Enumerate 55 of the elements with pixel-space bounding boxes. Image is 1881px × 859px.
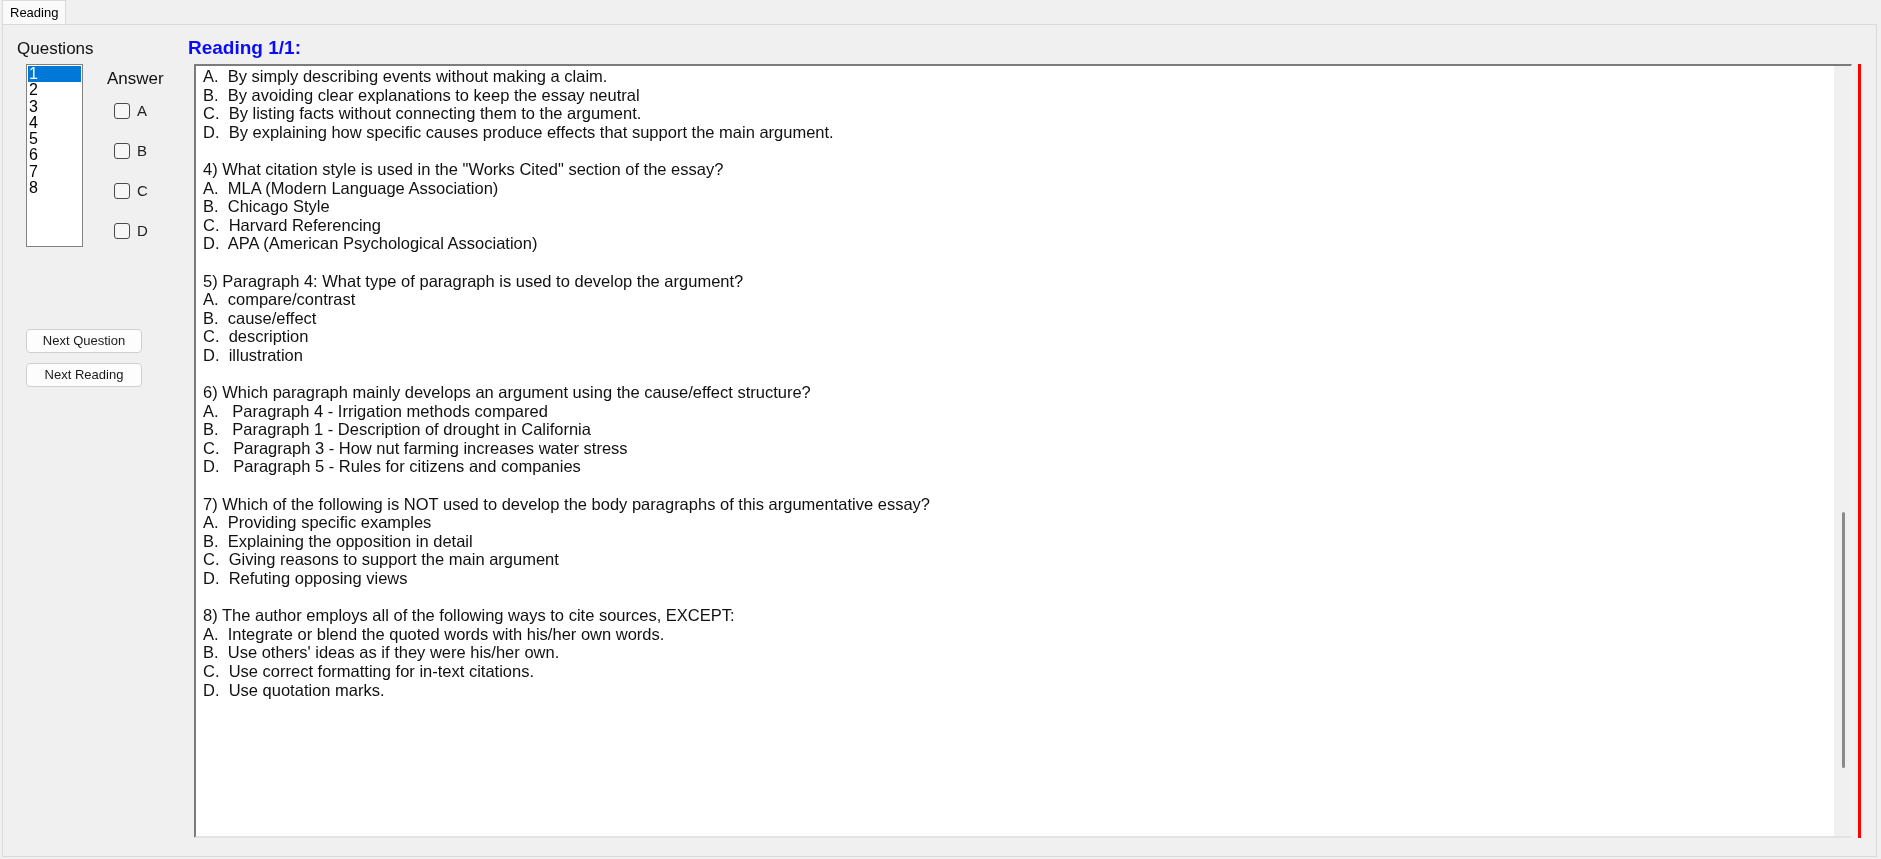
next-button[interactable]: Next Question: [26, 329, 142, 353]
option-text: A. Providing specific examples: [203, 513, 432, 532]
option-text: A. By simply describing events without making a claim.: [203, 67, 608, 86]
checkbox[interactable]: [114, 103, 130, 119]
question-text: 4) What citation style is used in the "Works Cited" section of the essay?: [203, 159, 724, 179]
question-list-item[interactable]: 7: [28, 163, 81, 181]
option-text: C. Giving reasons to support the main argument: [203, 550, 559, 570]
option-text: D. Paragraph 5 - Rules for citizens and companies: [203, 457, 581, 477]
option-text: B. By avoiding clear explanations to keep the essay neutral: [203, 85, 640, 105]
answer-option-label[interactable]: D: [137, 223, 148, 239]
scrollbar[interactable]: [1834, 66, 1851, 836]
reading-title: Reading 1/1:: [188, 38, 301, 58]
question-text: 8) The author employs all of the following ways to cite sources, EXCEPT:: [203, 606, 735, 625]
option-text: C. Harvard Referencing: [203, 215, 381, 235]
option-text: A. MLA (Modern Language Association): [203, 178, 499, 198]
answer-label: Answer: [107, 69, 164, 89]
questions-label: Questions: [17, 39, 94, 58]
option-text: C. description: [203, 327, 309, 346]
question-text: 6) Which paragraph mainly develops an argument using the cause/effect structure?: [203, 383, 811, 402]
answer-option-label[interactable]: A: [137, 103, 147, 119]
option-text: D. APA (American Psychological Association): [203, 234, 538, 253]
option-text: A. compare/contrast: [203, 290, 356, 309]
next-button[interactable]: Next Reading: [26, 363, 142, 387]
answer-option-label[interactable]: C: [137, 183, 148, 199]
option-text: C. Use correct formatting for in-text citations.: [203, 662, 535, 681]
question-list-item[interactable]: 5: [28, 131, 81, 148]
tab[interactable]: Reading: [2, 0, 67, 24]
option-text: C. Paragraph 3 - How nut farming increases water stress: [203, 438, 628, 458]
option-text: A. Paragraph 4 - Irrigation methods compared: [203, 401, 548, 421]
checkbox[interactable]: [114, 143, 130, 159]
option-text: D. illustration: [203, 345, 303, 365]
option-text: B. Paragraph 1 - Description of drought in California: [203, 420, 591, 439]
question-list-item[interactable]: 1: [28, 66, 81, 83]
question-list-item[interactable]: 4: [28, 114, 81, 132]
option-text: D. Refuting opposing views: [203, 569, 408, 588]
option-text: D. Use quotation marks.: [203, 680, 385, 700]
checkbox[interactable]: [114, 183, 130, 199]
question-list[interactable]: 1 2 3 4 5 6 7 8: [26, 64, 83, 247]
question-text: 7) Which of the following is NOT used to develop the body paragraphs of this argumentative essay?: [203, 494, 930, 514]
option-text: B. cause/effect: [203, 308, 317, 328]
question-list-item[interactable]: 2: [28, 82, 81, 99]
option-text: B. Chicago Style: [203, 197, 330, 216]
option-text: C. By listing facts without connecting them to the argument.: [203, 104, 642, 123]
checkbox[interactable]: [114, 223, 130, 239]
answer-option-label[interactable]: B: [137, 143, 147, 159]
option-text: A. Integrate or blend the quoted words with his/her own words.: [203, 624, 665, 644]
reading-text-area[interactable]: [194, 64, 1852, 838]
scrollbar-thumb[interactable]: [1842, 512, 1845, 768]
question-list-item[interactable]: 6: [28, 147, 81, 164]
option-text: B. Explaining the opposition in detail: [203, 531, 473, 551]
option-text: B. Use others' ideas as if they were his/her own.: [203, 643, 560, 662]
question-list-item[interactable]: 3: [28, 98, 81, 115]
question-text: 5) Paragraph 4: What type of paragraph is used to develop the argument?: [203, 271, 744, 291]
question-list-item[interactable]: 8: [28, 180, 81, 197]
option-text: D. By explaining how specific causes produce effects that support the main argument.: [203, 122, 834, 142]
